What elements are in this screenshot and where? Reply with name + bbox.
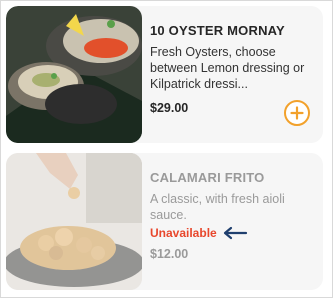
item-price: $29.00 [150, 101, 189, 115]
oysters-photo [6, 6, 142, 143]
menu-item-card[interactable]: 10 OYSTER MORNAY Fresh Oysters, choose b… [6, 6, 323, 143]
arrow-left-icon [223, 226, 248, 240]
item-description: Fresh Oysters, choose between Lemon dres… [150, 45, 305, 91]
item-title: 10 OYSTER MORNAY [150, 23, 285, 38]
add-to-cart-button[interactable] [284, 100, 310, 126]
item-price: $12.00 [150, 247, 189, 261]
plus-icon [290, 106, 304, 120]
item-title: CALAMARI FRITO [150, 170, 265, 185]
item-description: A classic, with fresh aioli sauce. [150, 192, 285, 222]
unavailable-overlay [6, 153, 142, 290]
unavailable-label: Unavailable [150, 226, 217, 240]
calamari-photo [6, 153, 142, 290]
menu-item-card[interactable]: CALAMARI FRITO A classic, with fresh aio… [6, 153, 323, 290]
